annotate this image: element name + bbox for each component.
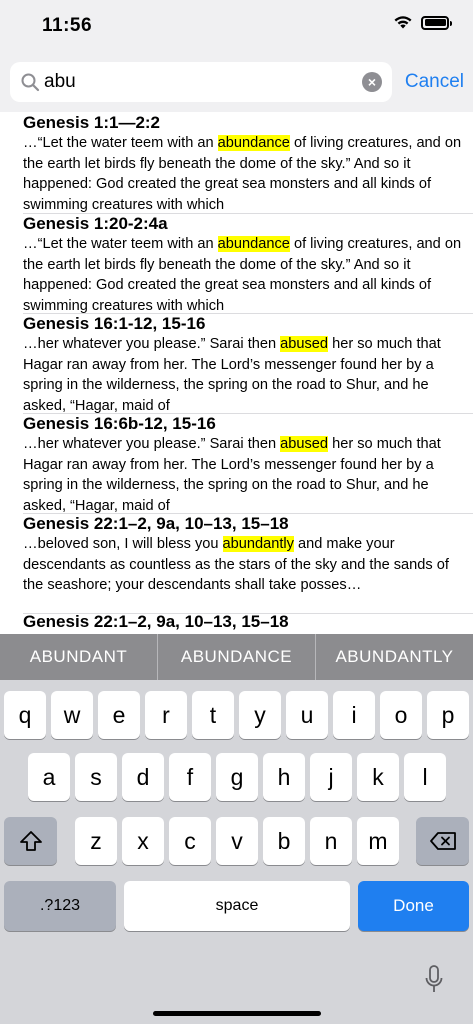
result-reference: Genesis 22:1–2, 9a, 10–13, 15–18 [23,514,289,533]
result-reference: Genesis 16:6b-12, 15-16 [23,414,216,433]
microphone-icon[interactable] [424,964,444,996]
result-snippet: …her whatever you please.” Sarai then ab… [23,336,441,414]
key-a[interactable]: a [28,753,70,801]
key-c[interactable]: c [169,817,211,865]
match-highlight: abundantly [222,536,294,552]
key-q[interactable]: q [4,691,46,739]
match-highlight: abundance [217,236,290,252]
key-j[interactable]: j [310,753,352,801]
key-v[interactable]: v [216,817,258,865]
result-item[interactable]: Genesis 16:6b-12, 15-16 …her whatever yo… [0,414,473,514]
keyboard: q w e r t y u i o p a s d f g h j k l z … [0,680,473,1024]
key-t[interactable]: t [192,691,234,739]
result-snippet: …her whatever you please.” Sarai then ab… [23,436,441,514]
results-list: Genesis 1:1—2:2 …“Let the water teem wit… [0,112,473,634]
result-item[interactable]: Genesis 1:1—2:2 …“Let the water teem wit… [0,112,473,214]
result-snippet: …beloved son, I will bless you abundantl… [23,536,449,593]
search-input[interactable] [44,68,344,96]
shift-key[interactable] [4,817,57,865]
status-time: 11:56 [42,15,93,36]
home-indicator [153,1011,321,1016]
key-f[interactable]: f [169,753,211,801]
key-p[interactable]: p [427,691,469,739]
key-w[interactable]: w [51,691,93,739]
space-key[interactable]: space [124,881,350,931]
search-header: × Cancel [0,52,473,112]
result-item[interactable]: Genesis 22:1–2, 9a, 10–13, 15–18 [0,612,473,634]
result-snippet: …“Let the water teem with an abundance o… [23,236,462,314]
result-reference: Genesis 1:1—2:2 [23,113,161,132]
key-m[interactable]: m [357,817,399,865]
backspace-icon [429,832,456,850]
key-g[interactable]: g [216,753,258,801]
key-l[interactable]: l [404,753,446,801]
predictive-suggestion-bar: ABUNDANT ABUNDANCE ABUNDANTLY [0,634,473,680]
key-y[interactable]: y [239,691,281,739]
suggestion-item[interactable]: ABUNDANCE [157,634,315,680]
result-reference: Genesis 22:1–2, 9a, 10–13, 15–18 [23,612,289,631]
key-e[interactable]: e [98,691,140,739]
result-item[interactable]: Genesis 22:1–2, 9a, 10–13, 15–18 …belove… [0,514,473,614]
key-u[interactable]: u [286,691,328,739]
result-reference: Genesis 1:20-2:4a [23,214,168,233]
status-bar: 11:56 [0,0,473,52]
key-r[interactable]: r [145,691,187,739]
key-s[interactable]: s [75,753,117,801]
key-z[interactable]: z [75,817,117,865]
match-highlight: abused [280,336,329,352]
search-icon [21,73,40,92]
match-highlight: abused [280,436,329,452]
wifi-icon [394,16,412,29]
clear-search-icon[interactable]: × [362,72,382,92]
suggestion-item[interactable]: ABUNDANTLY [315,634,473,680]
result-reference: Genesis 16:1-12, 15-16 [23,314,206,333]
numbers-key[interactable]: .?123 [4,881,116,931]
key-b[interactable]: b [263,817,305,865]
battery-icon [421,15,452,30]
key-i[interactable]: i [333,691,375,739]
key-n[interactable]: n [310,817,352,865]
search-field[interactable]: × [10,62,392,102]
status-icons [393,15,452,30]
result-item[interactable]: Genesis 1:20-2:4a …“Let the water teem w… [0,214,473,314]
key-x[interactable]: x [122,817,164,865]
key-h[interactable]: h [263,753,305,801]
shift-icon [19,831,42,851]
backspace-key[interactable] [416,817,469,865]
match-highlight: abundance [217,135,290,151]
key-o[interactable]: o [380,691,422,739]
result-item[interactable]: Genesis 16:1-12, 15-16 …her whatever you… [0,314,473,414]
key-k[interactable]: k [357,753,399,801]
result-snippet: …“Let the water teem with an abundance o… [23,135,462,213]
key-d[interactable]: d [122,753,164,801]
done-key[interactable]: Done [358,881,469,931]
cancel-button[interactable]: Cancel [405,71,464,93]
suggestion-item[interactable]: ABUNDANT [0,634,157,680]
